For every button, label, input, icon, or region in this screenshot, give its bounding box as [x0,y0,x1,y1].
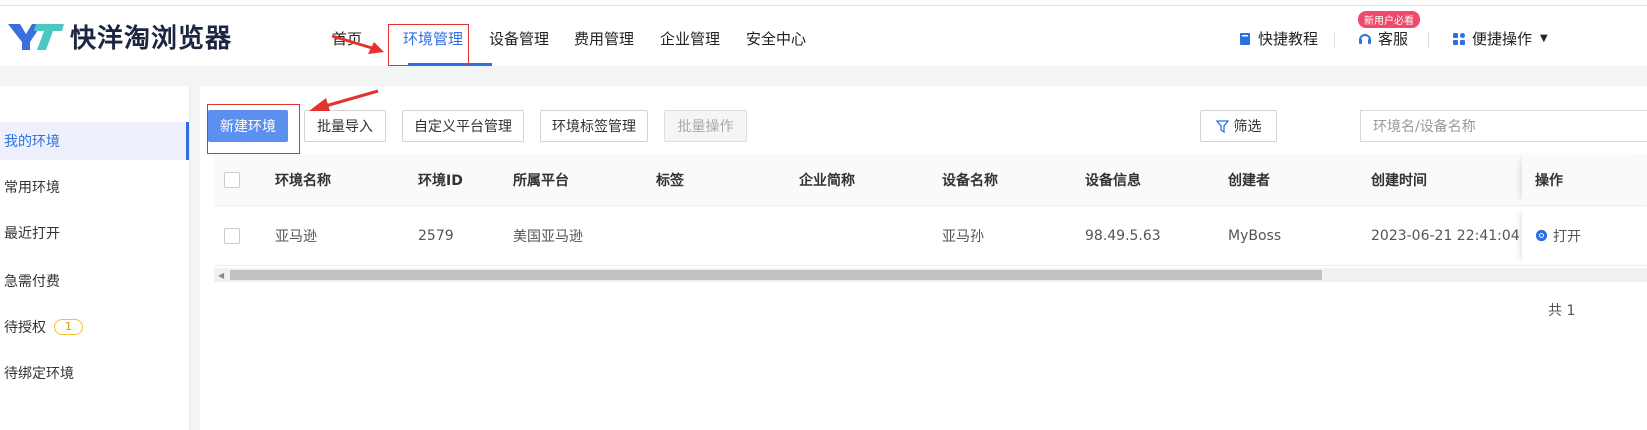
sidebar-item-label: 最近打开 [4,226,60,242]
sidebar-item-label: 我的环境 [4,134,60,150]
quick-ops-label: 便捷操作 [1472,30,1533,48]
filter-label: 筛选 [1233,119,1262,135]
caret-down-icon: ▼ [1540,33,1548,44]
table-header: 环境名称 环境ID 所属平台 标签 企业简称 设备名称 设备信息 创建者 创建时… [214,154,1647,206]
cell-created-at: 2023-06-21 22:41:04 [1371,227,1520,244]
nav-enterprise-manage[interactable]: 企业管理 [660,28,720,49]
header-checkbox-cell [224,154,240,205]
annotation-box-new-env [207,104,300,154]
column-header[interactable]: 设备信息 [1085,154,1141,205]
row-checkbox[interactable] [224,227,240,244]
table-row[interactable]: 亚马逊 2579 美国亚马逊 亚马孙 98.49.5.63 MyBoss 202… [214,206,1647,266]
fixed-action-column: 打开 [1522,206,1647,265]
horizontal-scrollbar[interactable]: ◀ [214,268,1647,282]
select-all-checkbox[interactable] [224,171,240,188]
sidebar-item-urgent-pay[interactable]: 急需付费 [0,262,189,300]
scrollbar-thumb[interactable] [230,270,1322,280]
count-badge: 1 [54,319,83,335]
cell-env-id: 2579 [418,227,454,244]
sidebar-item-my-env[interactable]: 我的环境 [0,122,189,160]
header-divider [1334,32,1335,48]
column-header[interactable]: 创建者 [1228,154,1270,205]
grid-apps-icon [1453,32,1465,45]
fixed-action-column: 操作 [1522,154,1647,205]
sidebar-item-pending-bind[interactable]: 待绑定环境 [0,354,189,392]
sidebar-item-pending-auth[interactable]: 待授权 1 [0,308,189,346]
tutorial-button[interactable]: 快捷教程 [1238,28,1318,49]
cell-device-name: 亚马孙 [942,228,984,245]
sidebar-item-label: 急需付费 [4,274,60,290]
tutorial-label: 快捷教程 [1258,30,1319,48]
tag-manage-button[interactable]: 环境标签管理 [540,110,648,142]
column-header[interactable]: 企业简称 [799,154,855,205]
column-header[interactable]: 环境ID [418,154,463,205]
new-user-badge: 新用户必看 [1358,11,1420,28]
main-content: 新建环境 批量导入 自定义平台管理 环境标签管理 批量操作 筛选 环境名/设备名… [200,86,1647,430]
custom-platform-button[interactable]: 自定义平台管理 [402,110,524,142]
open-env-link[interactable]: 打开 [1535,206,1581,265]
quick-ops-dropdown[interactable]: 便捷操作 ▼ [1452,28,1548,49]
sidebar-item-recent[interactable]: 最近打开 [0,214,189,252]
sidebar-item-label: 常用环境 [4,180,60,196]
column-header[interactable]: 所属平台 [513,154,569,205]
header-divider [1428,32,1429,48]
app-logo[interactable]: 快洋淘浏览器 [6,20,233,54]
left-sidebar: 我的环境 常用环境 最近打开 急需付费 待授权 1 待绑定环境 [0,86,190,430]
chrome-icon [1535,229,1548,242]
sidebar-item-label: 待绑定环境 [4,366,74,382]
row-checkbox-cell [224,206,240,265]
column-header[interactable]: 标签 [656,154,684,205]
sidebar-item-label: 待授权 [4,320,46,336]
column-header[interactable]: 环境名称 [275,154,331,205]
nav-fee-manage[interactable]: 费用管理 [574,28,634,49]
cell-creator: MyBoss [1228,227,1282,244]
scroll-left-icon[interactable]: ◀ [218,271,224,280]
service-button[interactable]: 客服 [1358,28,1408,49]
column-header: 操作 [1535,172,1563,189]
cell-env-name: 亚马逊 [275,228,317,245]
yt-logo-icon [8,24,64,50]
batch-ops-button[interactable]: 批量操作 [664,110,747,142]
filter-icon [1215,119,1229,133]
batch-import-button[interactable]: 批量导入 [304,110,386,142]
headset-icon [1359,33,1371,44]
cell-platform: 美国亚马逊 [513,228,583,245]
service-label: 客服 [1378,30,1409,48]
nav-device-manage[interactable]: 设备管理 [489,28,549,49]
sidebar-item-common-env[interactable]: 常用环境 [0,168,189,206]
annotation-arrow-icon [309,89,379,111]
cell-device-info: 98.49.5.63 [1085,227,1161,244]
open-label: 打开 [1553,228,1581,245]
column-header[interactable]: 设备名称 [942,154,998,205]
filter-button[interactable]: 筛选 [1200,110,1277,142]
book-icon [1240,32,1250,45]
column-header[interactable]: 创建时间 [1371,154,1427,205]
search-input[interactable]: 环境名/设备名称 [1360,110,1647,142]
nav-security-center[interactable]: 安全中心 [746,28,806,49]
pagination-total: 共 1 [1548,303,1576,319]
app-name: 快洋淘浏览器 [70,23,233,54]
top-header: 快洋淘浏览器 首页 环境管理 设备管理 费用管理 企业管理 安全中心 新用户必看… [0,6,1647,66]
annotation-arrow-icon [331,34,384,54]
annotation-box-nav [388,24,469,66]
